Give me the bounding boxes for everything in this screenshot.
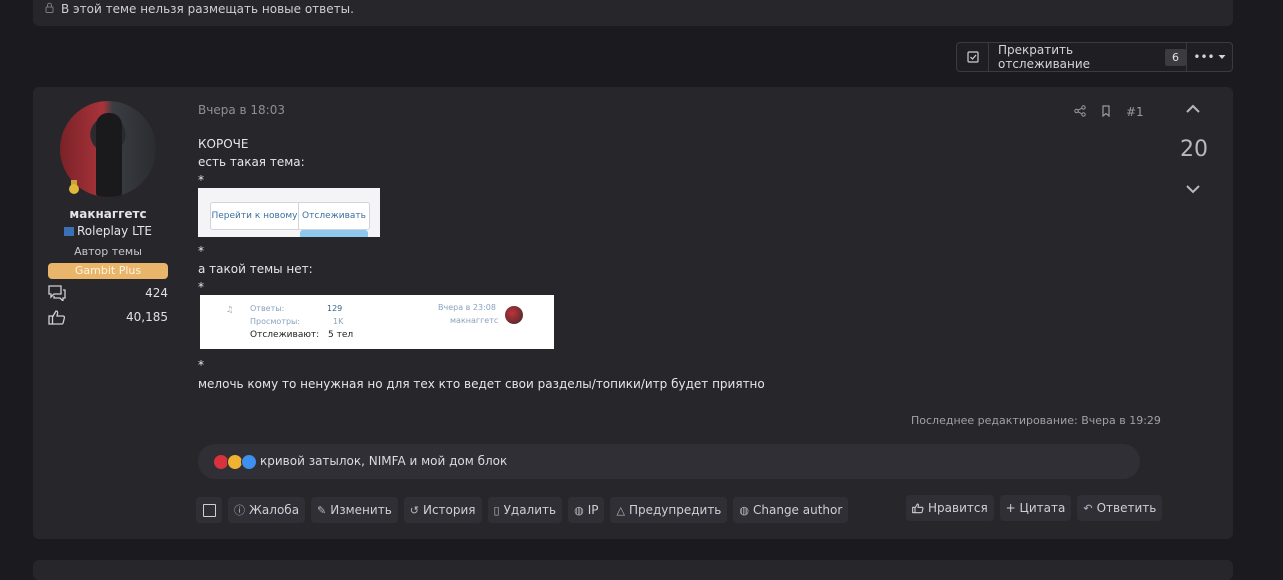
image-views-value: 1K [333, 317, 344, 326]
post-number[interactable]: #1 [1126, 105, 1144, 119]
messages-stat: 424 [48, 284, 168, 302]
screenshot-image-2[interactable]: ♫ Ответы: 129 Просмотры: 1K Отслеживают:… [200, 295, 554, 349]
watch-controls: Прекратить отслеживание 6 ••• [956, 42, 1233, 72]
alert-circle-icon: ⓘ [234, 504, 245, 517]
checkbox-icon [966, 51, 979, 63]
pencil-icon: ✎ [317, 503, 327, 517]
reactions-bar[interactable]: кривой затылок, NIMFA и мой дом блок [198, 444, 1140, 479]
delete-button[interactable]: ▯ Удалить [487, 497, 563, 523]
content-line: есть такая тема: [198, 155, 305, 169]
closed-notice-text: В этой теме нельзя размещать новые ответ… [61, 2, 354, 16]
ip-button[interactable]: ◍ IP [568, 497, 605, 523]
image-views-label: Просмотры: [250, 317, 301, 326]
image-watchers-label: Отслеживают: [250, 330, 320, 340]
warn-button[interactable]: △ Предупредить [610, 497, 728, 523]
reply-button[interactable]: ↶ Ответить [1077, 495, 1163, 521]
next-post-card [33, 560, 1233, 580]
content-star: * [198, 280, 204, 294]
user-group-label: Roleplay LTE [76, 224, 153, 238]
post-card: макнаггетс Roleplay LTE Автор темы Gambi… [33, 87, 1233, 539]
warning-triangle-icon: △ [616, 503, 625, 517]
downvote-icon[interactable] [1185, 183, 1201, 195]
more-options-button[interactable]: ••• [1187, 43, 1232, 71]
post-date[interactable]: Вчера в 18:03 [198, 103, 285, 117]
like-label: Нравится [928, 501, 988, 515]
thumbs-up-icon [48, 310, 66, 325]
username[interactable]: макнаггетс [33, 207, 183, 221]
image-last-user: макнаггетс [450, 316, 499, 325]
content-star: * [198, 358, 204, 372]
unwatch-label: Прекратить отслеживание [998, 43, 1091, 71]
post-actions-right: Нравится + Цитата ↶ Ответить [906, 495, 1163, 521]
delete-label: Удалить [503, 503, 557, 517]
history-button[interactable]: ↺ История [403, 497, 482, 523]
vote-score: 20 [1180, 137, 1208, 162]
globe-icon: ◍ [739, 503, 749, 517]
messages-count: 424 [145, 286, 168, 300]
image-last-date: Вчера в 23:08 [438, 303, 496, 312]
change-author-button[interactable]: ◍ Change author [733, 497, 849, 523]
more-dots: ••• [1193, 50, 1215, 64]
quote-label: + Цитата [1005, 501, 1066, 515]
post-actions-left: ⓘ Жалоба ✎ Изменить ↺ История ▯ Удалить ◍ IP … [196, 497, 849, 523]
share-icon[interactable] [1074, 105, 1086, 117]
content-star: * [198, 173, 204, 187]
user-role: Автор темы [74, 245, 142, 258]
image-watchers-value: 5 тел [328, 330, 354, 340]
reply-arrow-icon: ↶ [1083, 501, 1093, 515]
globe-icon: ◍ [574, 503, 584, 517]
image-avatar [505, 306, 523, 324]
history-label: История [422, 503, 476, 517]
image-replies-label: Ответы: [250, 304, 285, 313]
report-label: Жалоба [249, 503, 300, 517]
post-tools: #1 [1074, 105, 1144, 119]
lock-icon [45, 2, 54, 16]
caret-down-icon [1218, 55, 1226, 59]
reactions-users[interactable]: кривой затылок, NIMFA и мой дом блок [260, 454, 507, 468]
messages-icon [48, 285, 66, 301]
reply-label: Ответить [1096, 501, 1157, 515]
screenshot-image-1[interactable]: Перейти к новому Отслеживать [198, 188, 380, 237]
content-line: КОРОЧЕ [198, 137, 249, 151]
change-author-label: Change author [753, 503, 843, 517]
watch-count-badge: 6 [1165, 48, 1186, 66]
thumbs-up-icon [912, 503, 924, 514]
like-button[interactable]: Нравится [906, 495, 994, 521]
select-post-checkbox[interactable] [196, 497, 222, 523]
user-group: Roleplay LTE [33, 224, 183, 238]
likes-stat: 40,185 [48, 308, 168, 326]
likes-count: 40,185 [126, 310, 168, 324]
signal-icon [63, 227, 74, 236]
content-star: * [198, 244, 204, 258]
bell-icon: ♫ [226, 305, 234, 314]
image-replies-value: 129 [327, 304, 343, 313]
image-button-go-new: Перейти к новому [211, 203, 299, 229]
unwatch-button[interactable]: Прекратить отслеживание 6 [989, 43, 1187, 71]
last-edited: Последнее редактирование: Вчера в 19:29 [911, 414, 1161, 427]
history-icon: ↺ [409, 503, 419, 517]
report-button[interactable]: ⓘ Жалоба [228, 497, 306, 523]
edit-button[interactable]: ✎ Изменить [311, 497, 398, 523]
ip-label: IP [587, 503, 599, 517]
select-thread-button[interactable] [957, 43, 989, 71]
reaction-icons [213, 454, 257, 470]
thread-closed-notice: В этой теме нельзя размещать новые ответ… [33, 0, 1233, 26]
quote-button[interactable]: + Цитата [999, 495, 1072, 521]
upvote-icon[interactable] [1185, 103, 1201, 115]
warn-label: Предупредить [628, 503, 722, 517]
content-line: а такой темы нет: [198, 262, 313, 276]
image-button-watch: Отслеживать [302, 211, 366, 221]
medal-icon [68, 180, 80, 194]
trash-icon: ▯ [493, 503, 500, 517]
bookmark-icon[interactable] [1100, 105, 1112, 117]
content-line: мелочь кому то ненужная но для тех кто в… [198, 377, 765, 391]
like-reaction-icon [241, 454, 257, 470]
user-badge: Gambit Plus [48, 263, 168, 279]
edit-label: Изменить [330, 503, 392, 517]
